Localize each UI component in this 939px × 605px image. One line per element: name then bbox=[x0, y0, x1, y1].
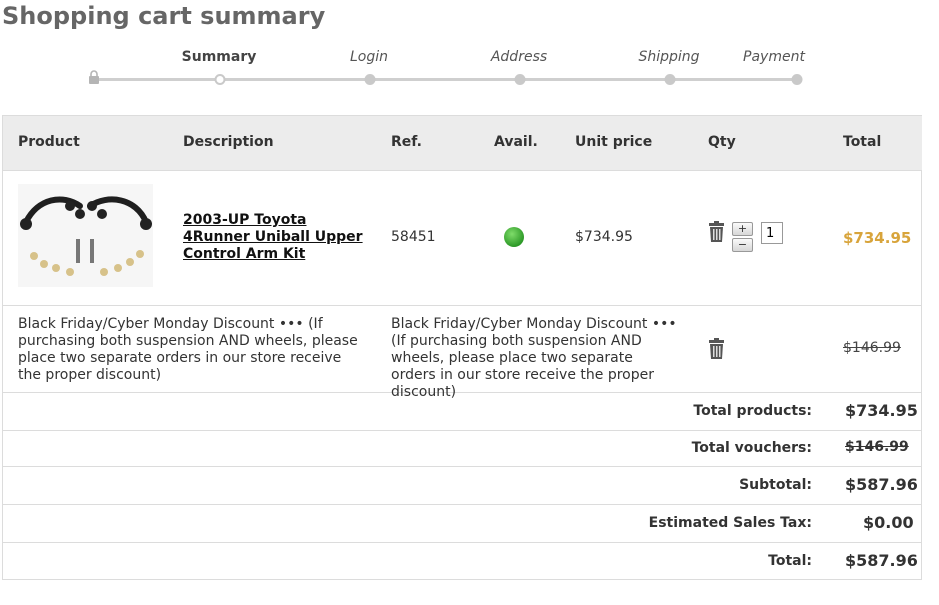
header-ref: Ref. bbox=[391, 134, 422, 150]
discount-description: Black Friday/Cyber Monday Discount ••• (… bbox=[391, 316, 677, 400]
product-ref: 58451 bbox=[391, 229, 436, 245]
row-divider bbox=[3, 305, 922, 306]
discount-amount: $146.99 bbox=[843, 340, 901, 356]
trash-icon[interactable] bbox=[708, 221, 725, 242]
header-unit-price: Unit price bbox=[575, 134, 653, 150]
total-vouchers-label: Total vouchers: bbox=[691, 440, 812, 456]
discount-name: Black Friday/Cyber Monday Discount ••• (… bbox=[18, 316, 358, 383]
header-total: Total bbox=[843, 134, 882, 150]
lock-icon bbox=[89, 70, 99, 84]
qty-increase-button[interactable]: + bbox=[732, 222, 753, 236]
sales-tax-value: $0.00 bbox=[863, 513, 914, 532]
product-name-link[interactable]: 2003-UP Toyota 4Runner Uniball Upper Con… bbox=[183, 212, 373, 263]
checkout-steps: Summary Login Address Shipping Payment bbox=[0, 40, 939, 90]
grand-total-value: $587.96 bbox=[845, 551, 918, 570]
step-dot-payment bbox=[791, 74, 803, 85]
page-title: Shopping cart summary bbox=[2, 2, 326, 30]
header-avail: Avail. bbox=[494, 134, 538, 150]
subtotal-label: Subtotal: bbox=[739, 477, 812, 493]
availability-indicator bbox=[504, 227, 524, 247]
qty-decrease-button[interactable]: − bbox=[732, 238, 753, 252]
step-login[interactable]: Login bbox=[350, 49, 388, 65]
delete-discount-icon[interactable] bbox=[708, 338, 725, 359]
step-payment[interactable]: Payment bbox=[743, 49, 805, 65]
row-divider bbox=[3, 504, 922, 505]
quantity-stepper: + − bbox=[732, 222, 753, 252]
step-address[interactable]: Address bbox=[491, 49, 547, 65]
unit-price: $734.95 bbox=[575, 229, 633, 245]
row-divider bbox=[3, 466, 922, 467]
step-summary: Summary bbox=[181, 49, 257, 65]
header-qty: Qty bbox=[708, 134, 736, 150]
step-dot-shipping bbox=[664, 74, 676, 85]
total-products-value: $734.95 bbox=[845, 401, 918, 420]
quantity-input[interactable] bbox=[761, 222, 783, 244]
header-description: Description bbox=[183, 134, 274, 150]
steps-track bbox=[94, 78, 798, 81]
total-vouchers-value: $146.99 bbox=[845, 439, 909, 455]
step-shipping[interactable]: Shipping bbox=[638, 49, 699, 65]
step-dot-summary bbox=[214, 74, 226, 85]
table-header bbox=[3, 116, 922, 171]
step-dot-address bbox=[514, 74, 526, 85]
row-divider bbox=[3, 542, 922, 543]
line-total: $734.95 bbox=[843, 229, 912, 247]
row-divider bbox=[3, 430, 922, 431]
grand-total-label: Total: bbox=[768, 553, 812, 569]
product-image[interactable] bbox=[18, 184, 153, 287]
total-products-label: Total products: bbox=[693, 403, 812, 419]
header-product: Product bbox=[18, 134, 80, 150]
sales-tax-label: Estimated Sales Tax: bbox=[648, 515, 812, 531]
subtotal-value: $587.96 bbox=[845, 475, 918, 494]
step-dot-login bbox=[364, 74, 376, 85]
